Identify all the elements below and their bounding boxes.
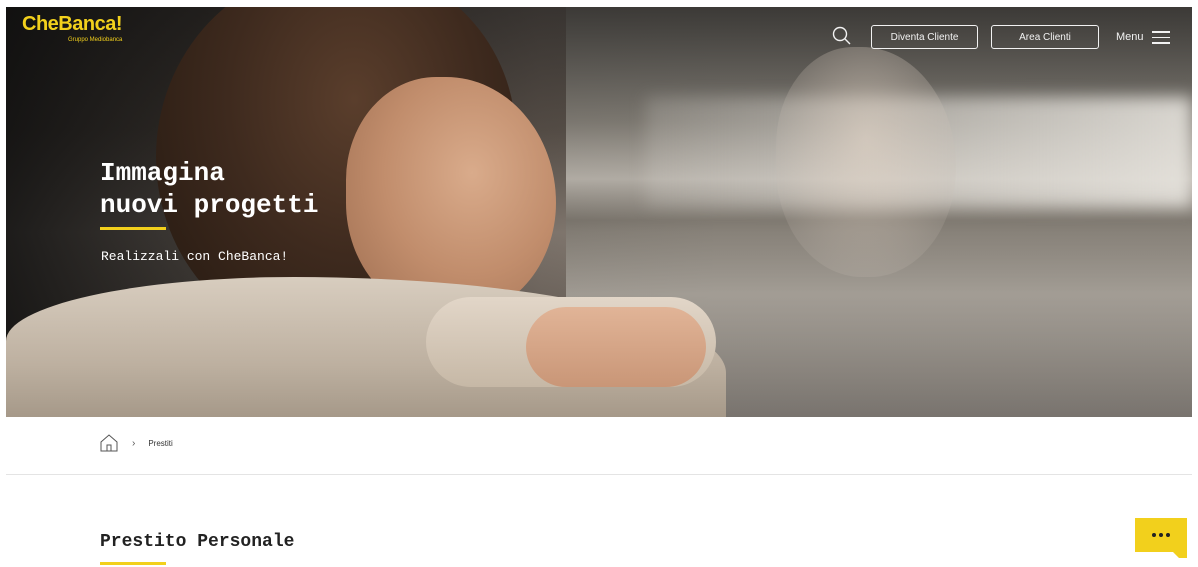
area-clienti-button[interactable]: Area Clienti [991, 25, 1099, 49]
diventa-cliente-button[interactable]: Diventa Cliente [871, 25, 978, 49]
hero-subtitle: Realizzali con CheBanca! [101, 249, 289, 264]
breadcrumb-item-prestiti[interactable]: Prestiti [148, 439, 172, 448]
chebanca-logo[interactable]: CheBanca! [22, 13, 122, 36]
hero-title: Immagina nuovi progetti [100, 157, 318, 221]
hamburger-icon [1151, 30, 1170, 44]
hero-hand [526, 307, 706, 387]
menu-label: Menu [1116, 31, 1144, 43]
logo-subtitle: Gruppo Mediobanca [68, 37, 123, 43]
section-title: Prestito Personale [100, 532, 295, 552]
chat-button[interactable] [1135, 518, 1187, 558]
breadcrumb: › Prestiti [99, 431, 173, 455]
section-title-underline [100, 562, 166, 565]
chat-ellipsis-icon [1135, 518, 1187, 558]
hero-title-underline [100, 227, 166, 230]
search-button[interactable] [832, 26, 852, 46]
home-icon[interactable] [99, 433, 119, 453]
hero-title-line1: Immagina [100, 158, 225, 188]
breadcrumb-separator: › [132, 437, 136, 449]
hero-title-line2: nuovi progetti [100, 190, 319, 220]
breadcrumb-divider [6, 474, 1192, 475]
search-icon [832, 26, 851, 45]
menu-button[interactable]: Menu [1116, 26, 1170, 48]
